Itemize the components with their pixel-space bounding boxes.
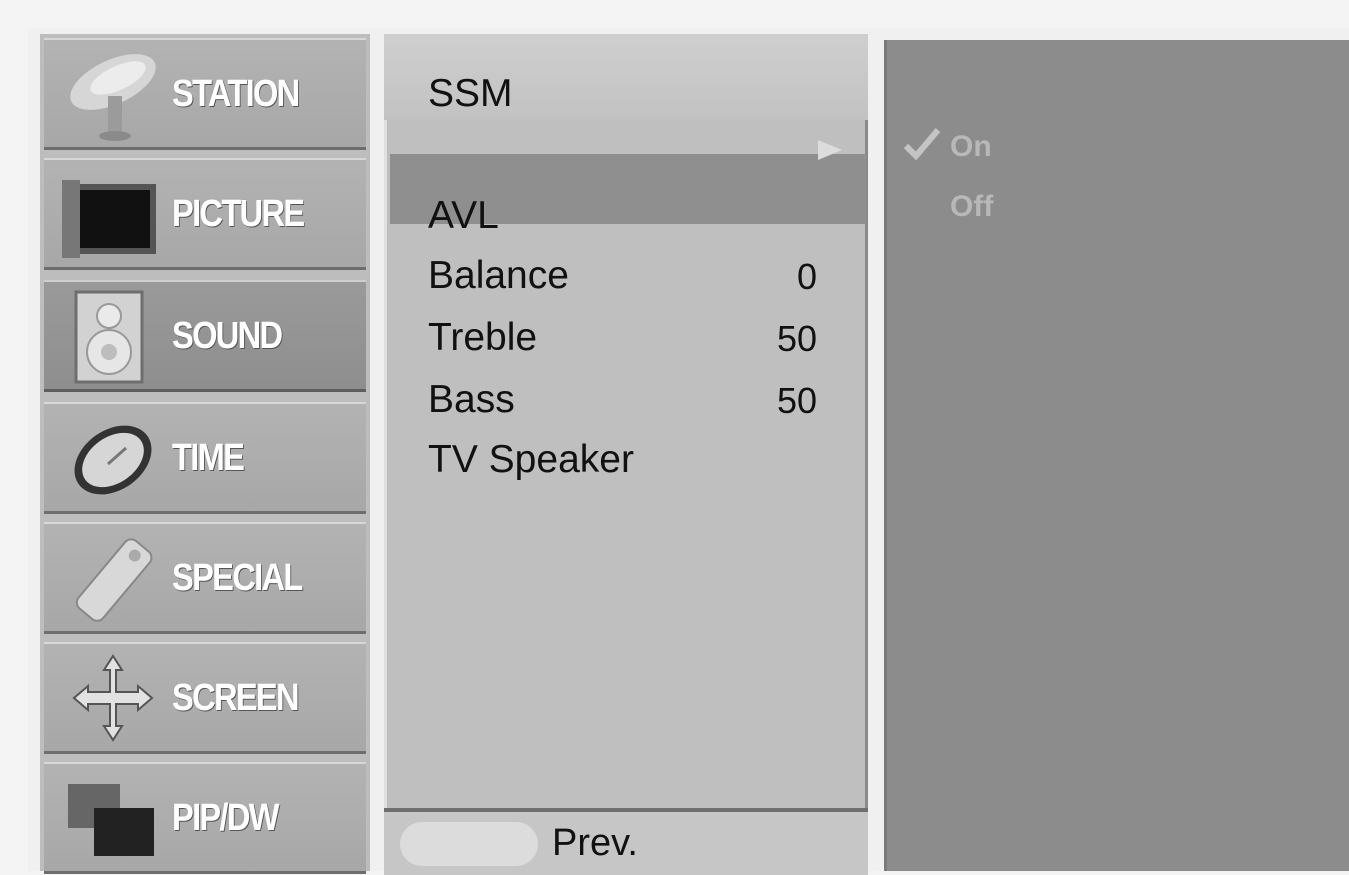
picture-icon bbox=[62, 180, 156, 258]
submenu-value-balance: 0 bbox=[796, 256, 817, 297]
submenu-value-treble: 50 bbox=[776, 318, 817, 359]
category-pip-dw[interactable]: PIP/DW bbox=[44, 762, 366, 874]
pip-windows-icon bbox=[68, 784, 154, 856]
submenu-item-balance[interactable]: Balance bbox=[428, 254, 569, 298]
remote-tag-icon bbox=[75, 538, 153, 622]
options-panel bbox=[884, 40, 1349, 871]
category-label: TIME bbox=[172, 436, 245, 479]
submenu-right-arrow-icon bbox=[818, 140, 842, 160]
category-screen[interactable]: SCREEN bbox=[44, 642, 366, 754]
category-sound[interactable]: SOUND bbox=[44, 280, 366, 392]
submenu-item-avl[interactable]: AVL bbox=[428, 194, 499, 238]
category-label: STATION bbox=[172, 72, 300, 115]
option-on[interactable]: On bbox=[950, 130, 992, 164]
category-label: SCREEN bbox=[172, 676, 300, 719]
option-off[interactable]: Off bbox=[950, 190, 993, 224]
category-station[interactable]: STATION bbox=[44, 38, 366, 150]
menu-button[interactable] bbox=[400, 822, 538, 866]
category-special[interactable]: SPECIAL bbox=[44, 522, 366, 634]
satellite-dish-icon bbox=[70, 54, 156, 141]
category-label: SOUND bbox=[172, 314, 283, 357]
category-label: PICTURE bbox=[172, 192, 305, 235]
speaker-icon bbox=[74, 290, 144, 384]
category-label: PIP/DW bbox=[172, 796, 280, 839]
category-picture[interactable]: PICTURE bbox=[44, 158, 366, 270]
move-arrows-icon bbox=[72, 654, 154, 742]
prev-label: Prev. bbox=[552, 822, 638, 864]
submenu-item-bass[interactable]: Bass bbox=[428, 378, 515, 422]
category-label: SPECIAL bbox=[172, 556, 303, 599]
submenu-item-ssm[interactable]: SSM bbox=[428, 72, 513, 116]
category-time[interactable]: TIME bbox=[44, 402, 366, 514]
clock-icon bbox=[74, 425, 152, 495]
checkmark-icon bbox=[903, 128, 941, 161]
submenu-item-treble[interactable]: Treble bbox=[428, 316, 537, 360]
submenu-value-bass: 50 bbox=[776, 380, 817, 421]
submenu-item-tv-speaker[interactable]: TV Speaker bbox=[428, 438, 634, 482]
